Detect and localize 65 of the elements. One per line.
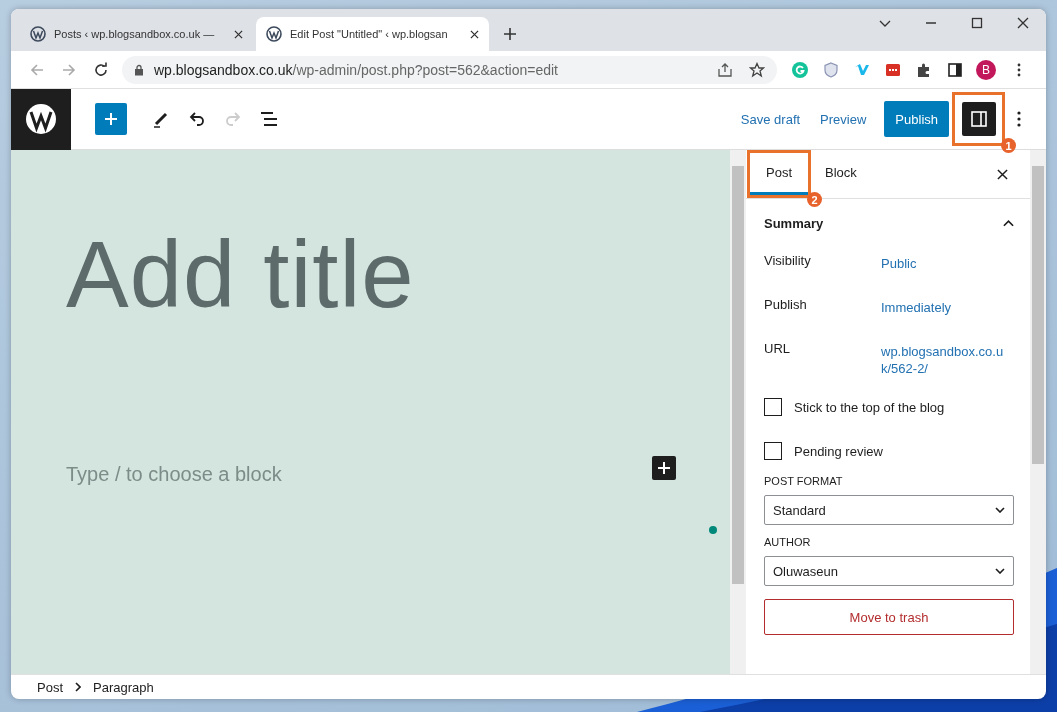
wordpress-logo-icon: [25, 103, 57, 135]
panel-title[interactable]: Summary: [764, 215, 1003, 231]
breadcrumb-item[interactable]: Paragraph: [87, 679, 160, 695]
field-label: Visibility: [764, 253, 812, 268]
undo-icon[interactable]: [187, 109, 207, 129]
browser-tab[interactable]: Posts ‹ wp.blogsandbox.co.uk —: [20, 17, 253, 51]
breadcrumb-item[interactable]: Post: [31, 679, 69, 695]
address-bar[interactable]: wp.blogsandbox.co.uk/wp-admin/post.php?post=562&action=edit: [122, 55, 777, 84]
wordpress-logo-icon: [30, 26, 46, 42]
author-select[interactable]: Oluwaseun: [764, 556, 1014, 586]
close-icon[interactable]: [997, 168, 1008, 180]
url-text: wp.blogsandbox.co.uk/wp-admin/post.php?post=562&action=edit: [154, 61, 558, 78]
checkbox-label: Pending review: [794, 443, 883, 459]
profile-avatar[interactable]: B: [976, 59, 996, 80]
browser-tab[interactable]: Edit Post "Untitled" ‹ wp.blogsan: [256, 17, 489, 51]
list-view-icon[interactable]: [259, 109, 279, 129]
preview-button[interactable]: Preview: [810, 111, 877, 127]
new-tab-icon[interactable]: [504, 28, 516, 40]
field-label: URL: [764, 341, 791, 356]
tab-title: Edit Post "Untitled" ‹ wp.blogsan: [290, 28, 449, 40]
checkbox[interactable]: [764, 398, 782, 416]
title-placeholder[interactable]: Add title: [66, 228, 730, 322]
extension-icon[interactable]: [885, 61, 901, 78]
field-label: AUTHOR: [764, 536, 812, 548]
maximize-icon[interactable]: [971, 17, 983, 29]
more-options-icon[interactable]: [1017, 110, 1021, 128]
sidebar-tab[interactable]: Post: [750, 153, 808, 195]
save-draft-button[interactable]: Save draft: [730, 111, 811, 127]
move-to-trash-button[interactable]: Move to trash: [764, 599, 1014, 635]
publish-button[interactable]: Publish: [884, 101, 949, 137]
field-label: Publish: [764, 297, 808, 312]
editor-canvas[interactable]: Add title Type / to choose a block: [11, 150, 730, 674]
field-label: POST FORMAT: [764, 475, 844, 487]
scrollbar[interactable]: [730, 150, 746, 674]
add-block-button[interactable]: [652, 455, 676, 480]
share-icon[interactable]: [717, 61, 733, 78]
shield-icon[interactable]: [823, 61, 839, 78]
wordpress-logo-icon: [266, 26, 282, 42]
field-value-link[interactable]: Public: [881, 255, 1013, 272]
close-icon[interactable]: [470, 29, 479, 39]
side-panel-icon[interactable]: [947, 61, 963, 78]
star-icon[interactable]: [749, 61, 765, 78]
reload-icon[interactable]: [93, 61, 109, 78]
field-value-link[interactable]: Immediately: [881, 299, 1013, 316]
lock-icon: [134, 63, 144, 76]
checkbox-label: Stick to the top of the blog: [794, 399, 945, 415]
wordpress-logo[interactable]: [11, 88, 71, 150]
sidebar-toggle-icon: [969, 110, 988, 128]
plus-icon: [658, 461, 670, 474]
callout-badge: 2: [807, 192, 822, 207]
status-dot: [709, 526, 717, 534]
tab-title: Posts ‹ wp.blogsandbox.co.uk —: [54, 28, 216, 40]
field-value-link[interactable]: wp.blogsandbox.co.uk/562-2/: [881, 343, 1013, 377]
chevron-down-icon: [995, 568, 1005, 574]
puzzle-icon[interactable]: [916, 61, 932, 78]
chevron-icon[interactable]: [1003, 219, 1014, 227]
post-format-select[interactable]: Standard: [764, 495, 1014, 525]
plus-icon: [104, 112, 118, 126]
chevron-right-icon: [75, 682, 81, 692]
scrollbar[interactable]: [1030, 150, 1046, 674]
settings-button[interactable]: [961, 102, 996, 136]
close-icon[interactable]: [234, 29, 243, 39]
close-icon[interactable]: [1017, 17, 1029, 29]
checkbox[interactable]: [764, 442, 782, 460]
chevron-down-icon: [995, 507, 1005, 513]
